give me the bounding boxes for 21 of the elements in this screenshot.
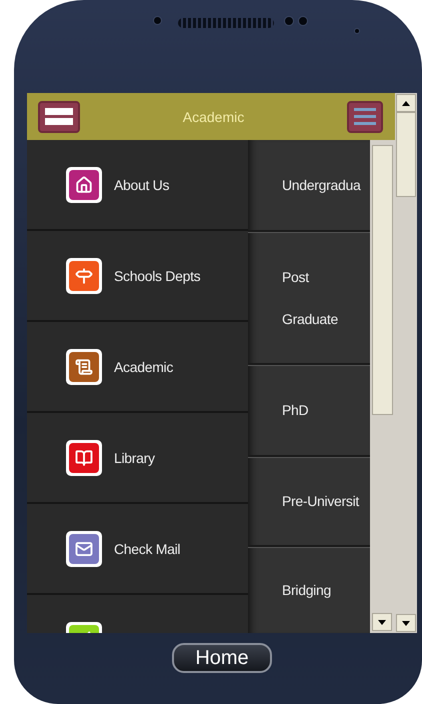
menu-item-icon [66,258,102,294]
sensor-icon [298,16,308,26]
scroll-down-icon[interactable] [402,620,410,626]
scrollbar[interactable] [370,140,395,633]
menu-item-icon [66,166,102,202]
scroll-down-icon[interactable] [378,620,386,624]
speaker-grille-icon [178,18,274,28]
sensor-icon [153,16,162,25]
scrollbar-thumb[interactable] [372,145,393,415]
menu-button[interactable] [38,100,80,132]
scrollbar[interactable] [395,93,417,633]
home-button[interactable]: Home [172,643,272,673]
scroll-up-icon[interactable] [402,100,410,106]
camera-icon [284,16,294,26]
menu-item-icon [66,530,102,566]
scrollbar-thumb[interactable] [396,112,416,197]
header-title: Academic [182,108,244,124]
menu-item-icon [66,348,102,384]
list-button[interactable] [347,100,383,132]
menu-item-icon [66,440,102,476]
sensor-icon [354,28,360,34]
